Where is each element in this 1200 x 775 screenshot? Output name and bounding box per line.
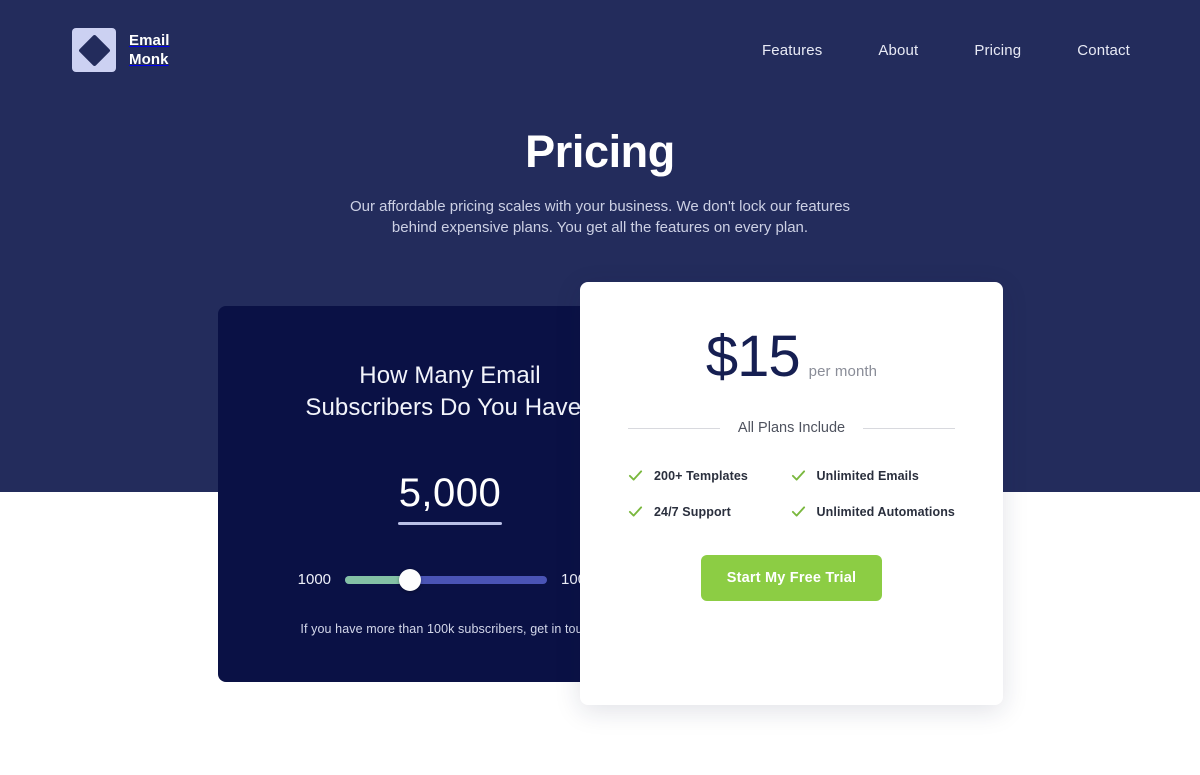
subscriber-slider-row: 1000 100k+ [266, 568, 634, 591]
subscriber-count-value: 5,000 [398, 471, 502, 515]
brand-name: Email Monk [129, 31, 170, 69]
subscriber-slider[interactable] [345, 568, 548, 591]
feature-item: Unlimited Emails [791, 468, 955, 483]
check-icon [628, 470, 643, 481]
nav-item-about[interactable]: About [850, 34, 946, 67]
check-icon [628, 506, 643, 517]
hero-section: Pricing Our affordable pricing scales wi… [0, 124, 1200, 238]
brand-name-line1: Email [129, 32, 170, 49]
all-plans-divider: All Plans Include [628, 420, 956, 436]
check-icon [791, 506, 805, 517]
calculator-title: How Many Email Subscribers Do You Have? [305, 362, 595, 421]
divider-line-left [628, 427, 720, 429]
price-period: per month [808, 363, 878, 380]
page-title: Pricing [525, 126, 675, 177]
slider-min-label: 1000 [297, 571, 332, 588]
nav-item-features[interactable]: Features [734, 34, 850, 67]
nav-item-contact[interactable]: Contact [1049, 34, 1130, 67]
hero-subtitle: Our affordable pricing scales with your … [349, 198, 851, 236]
diamond-shape [77, 33, 111, 67]
divider-label: All Plans Include [737, 420, 846, 436]
start-free-trial-button[interactable]: Start My Free Trial [700, 555, 883, 601]
subscriber-count-underline [398, 522, 502, 525]
brand-logo[interactable]: Email Monk [72, 28, 170, 72]
check-icon [791, 470, 805, 481]
price-row: $15 per month [628, 326, 955, 388]
site-header: Email Monk Features About Pricing Contac… [0, 0, 1200, 100]
feature-item: 24/7 Support [628, 504, 783, 519]
divider-line-right [863, 427, 956, 429]
slider-thumb[interactable] [398, 568, 421, 591]
brand-name-line2: Monk [129, 51, 169, 68]
main-navigation: Features About Pricing Contact [734, 34, 1130, 67]
price-amount: $15 [705, 324, 801, 389]
plan-price-card: $15 per month All Plans Include 200+ Tem… [580, 282, 1003, 705]
nav-item-pricing[interactable]: Pricing [946, 34, 1049, 67]
feature-item: Unlimited Automations [791, 504, 955, 519]
feature-item: 200+ Templates [628, 468, 783, 483]
cta-wrapper: Start My Free Trial [628, 555, 955, 601]
feature-list: 200+ Templates Unlimited Emails 24/7 Sup… [628, 468, 955, 519]
diamond-logo-icon [72, 28, 116, 72]
feature-label: 200+ Templates [654, 468, 748, 483]
feature-label: Unlimited Automations [816, 504, 955, 519]
feature-label: 24/7 Support [654, 504, 731, 519]
calculator-note: If you have more than 100k subscribers, … [300, 622, 600, 636]
feature-label: Unlimited Emails [816, 468, 919, 483]
